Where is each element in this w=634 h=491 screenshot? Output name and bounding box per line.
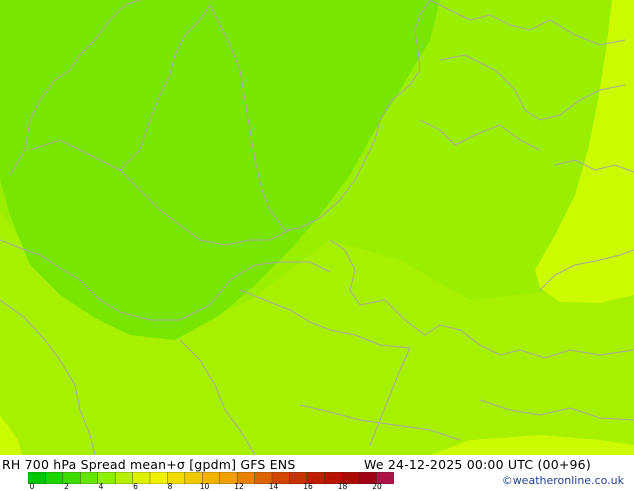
valid-time: We 24-12-2025 00:00 UTC (00+96) bbox=[364, 457, 591, 472]
weather-map bbox=[0, 0, 634, 455]
credit-link[interactable]: ©weatheronline.co.uk bbox=[502, 474, 624, 487]
map-footer: RH 700 hPa Spread mean+σ [gpdm] GFS ENS … bbox=[0, 455, 634, 491]
map-title: RH 700 hPa Spread mean+σ [gpdm] GFS ENS bbox=[2, 457, 296, 472]
